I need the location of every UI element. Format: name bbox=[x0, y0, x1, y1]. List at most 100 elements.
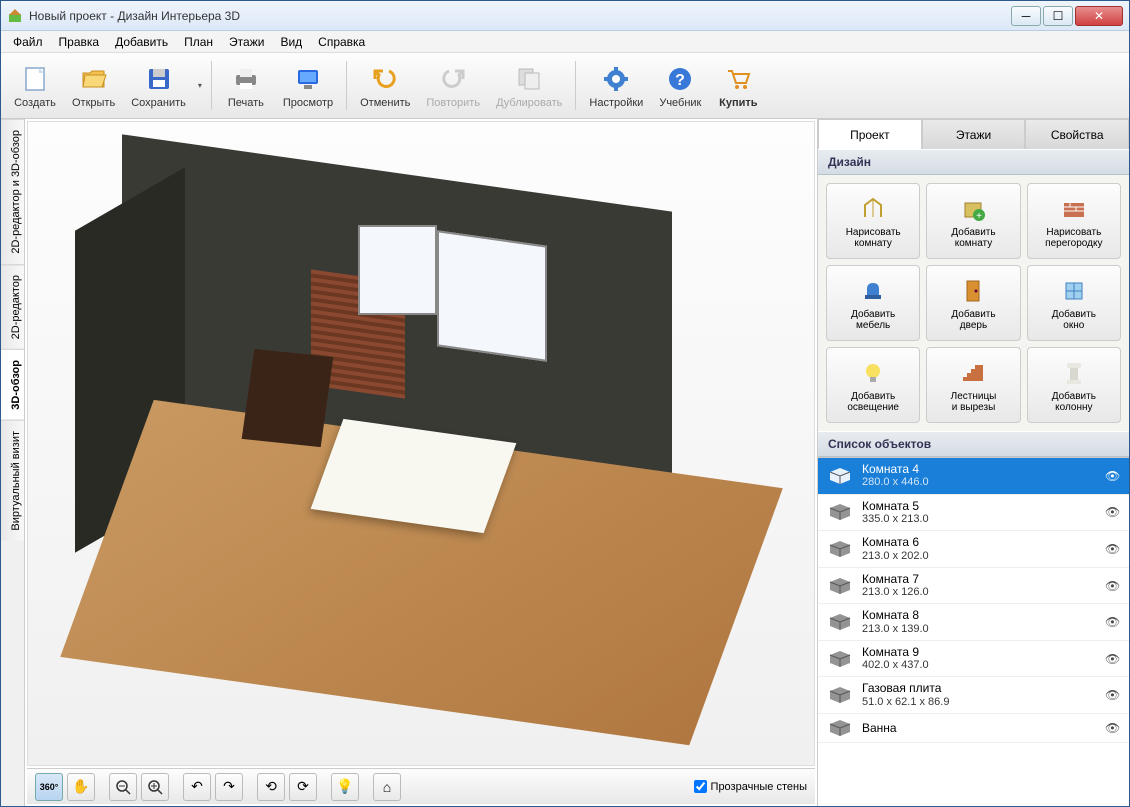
design-section-header: Дизайн bbox=[818, 149, 1129, 175]
visibility-eye-icon[interactable]: 👁 bbox=[1105, 579, 1121, 593]
object-list-item[interactable]: Ванна👁 bbox=[818, 714, 1129, 743]
side-tab-virtual-visit[interactable]: Виртуальный визит bbox=[1, 420, 24, 541]
object-list-item[interactable]: Комната 7213.0 x 126.0👁 bbox=[818, 568, 1129, 605]
close-button[interactable]: ✕ bbox=[1075, 6, 1123, 26]
object-list[interactable]: Комната 4280.0 x 446.0👁Комната 5335.0 x … bbox=[818, 457, 1129, 806]
object-list-item[interactable]: Комната 5335.0 x 213.0👁 bbox=[818, 495, 1129, 532]
create-button[interactable]: Создать bbox=[7, 55, 63, 116]
side-tab-combined[interactable]: 2D-редактор и 3D-обзор bbox=[1, 119, 24, 264]
design-btn-draw-partition[interactable]: Нарисоватьперегородку bbox=[1027, 183, 1121, 259]
rotate-right-button[interactable]: ↷ bbox=[215, 773, 243, 801]
redo-button[interactable]: Повторить bbox=[419, 55, 487, 116]
menu-help[interactable]: Справка bbox=[310, 33, 373, 51]
object-name: Газовая плита bbox=[862, 681, 1097, 695]
settings-button[interactable]: Настройки bbox=[582, 55, 650, 116]
monitor-icon bbox=[292, 63, 324, 95]
zoom-out-button[interactable] bbox=[109, 773, 137, 801]
gear-icon bbox=[600, 63, 632, 95]
room-box-icon bbox=[826, 718, 854, 738]
object-list-item[interactable]: Комната 8213.0 x 139.0👁 bbox=[818, 604, 1129, 641]
object-name: Комната 5 bbox=[862, 499, 1097, 513]
stairs-cutouts-icon bbox=[957, 357, 989, 389]
design-btn-add-window[interactable]: Добавитьокно bbox=[1027, 265, 1121, 341]
separator bbox=[211, 61, 212, 110]
folder-open-icon bbox=[78, 63, 110, 95]
pan-button[interactable]: ✋ bbox=[67, 773, 95, 801]
view-360-button[interactable]: 360° bbox=[35, 773, 63, 801]
save-icon bbox=[143, 63, 175, 95]
scene-placeholder bbox=[28, 122, 814, 765]
add-door-icon bbox=[957, 275, 989, 307]
minimize-button[interactable]: ─ bbox=[1011, 6, 1041, 26]
orbit-right-button[interactable]: ⟳ bbox=[289, 773, 317, 801]
side-tab-3d-view[interactable]: 3D-обзор bbox=[1, 349, 24, 420]
design-btn-add-door[interactable]: Добавитьдверь bbox=[926, 265, 1020, 341]
add-room-icon: + bbox=[957, 193, 989, 225]
design-btn-stairs-cutouts[interactable]: Лестницыи вырезы bbox=[926, 347, 1020, 423]
design-btn-add-column[interactable]: Добавитьколонну bbox=[1027, 347, 1121, 423]
object-list-item[interactable]: Газовая плита51.0 x 62.1 x 86.9 👁 bbox=[818, 677, 1129, 714]
visibility-eye-icon[interactable]: 👁 bbox=[1105, 542, 1121, 556]
menu-floors[interactable]: Этажи bbox=[221, 33, 272, 51]
menu-add[interactable]: Добавить bbox=[107, 33, 176, 51]
design-btn-add-lighting[interactable]: Добавитьосвещение bbox=[826, 347, 920, 423]
tab-floors[interactable]: Этажи bbox=[922, 119, 1026, 149]
3d-view-canvas[interactable] bbox=[27, 121, 815, 766]
maximize-button[interactable]: ☐ bbox=[1043, 6, 1073, 26]
object-dimensions: 51.0 x 62.1 x 86.9 bbox=[862, 696, 1097, 709]
add-column-icon bbox=[1058, 357, 1090, 389]
design-btn-add-furniture[interactable]: Добавитьмебель bbox=[826, 265, 920, 341]
design-btn-draw-room[interactable]: Нарисоватькомнату bbox=[826, 183, 920, 259]
buy-button[interactable]: Купить bbox=[710, 55, 766, 116]
duplicate-button[interactable]: Дублировать bbox=[489, 55, 569, 116]
object-list-item[interactable]: Комната 4280.0 x 446.0 👁 bbox=[818, 458, 1129, 495]
zoom-in-button[interactable] bbox=[141, 773, 169, 801]
transparent-walls-checkbox[interactable]: Прозрачные стены bbox=[694, 780, 807, 793]
cart-icon bbox=[722, 63, 754, 95]
undo-button[interactable]: Отменить bbox=[353, 55, 417, 116]
menu-plan[interactable]: План bbox=[176, 33, 221, 51]
object-dimensions: 213.0 x 126.0 bbox=[862, 586, 1097, 599]
svg-text:+: + bbox=[977, 211, 983, 222]
duplicate-icon bbox=[513, 63, 545, 95]
side-tab-2d-editor[interactable]: 2D-редактор bbox=[1, 264, 24, 349]
new-file-icon bbox=[19, 63, 51, 95]
object-list-item[interactable]: Комната 6213.0 x 202.0👁 bbox=[818, 531, 1129, 568]
visibility-eye-icon[interactable]: 👁 bbox=[1105, 615, 1121, 629]
design-btn-add-room[interactable]: +Добавитькомнату bbox=[926, 183, 1020, 259]
app-icon bbox=[7, 8, 23, 24]
rotate-left-button[interactable]: ↶ bbox=[183, 773, 211, 801]
object-list-item[interactable]: Комната 9402.0 x 437.0👁 bbox=[818, 641, 1129, 678]
transparent-walls-input[interactable] bbox=[694, 780, 707, 793]
visibility-eye-icon[interactable]: 👁 bbox=[1105, 505, 1121, 519]
lighting-button[interactable]: 💡 bbox=[331, 773, 359, 801]
object-name: Комната 4 bbox=[862, 462, 1097, 476]
home-view-button[interactable]: ⌂ bbox=[373, 773, 401, 801]
print-button[interactable]: Печать bbox=[218, 55, 274, 116]
save-dropdown[interactable]: ▾ bbox=[195, 55, 205, 116]
object-dimensions: 280.0 x 446.0 bbox=[862, 476, 1097, 489]
visibility-eye-icon[interactable]: 👁 bbox=[1105, 652, 1121, 666]
save-button[interactable]: Сохранить bbox=[124, 55, 193, 116]
tutorial-button[interactable]: ? Учебник bbox=[652, 55, 708, 116]
menu-file[interactable]: Файл bbox=[5, 33, 51, 51]
menu-view[interactable]: Вид bbox=[272, 33, 310, 51]
redo-icon bbox=[437, 63, 469, 95]
menu-edit[interactable]: Правка bbox=[51, 33, 108, 51]
svg-text:?: ? bbox=[675, 72, 685, 89]
window-buttons: ─ ☐ ✕ bbox=[1011, 6, 1123, 26]
toolbar: Создать Открыть Сохранить ▾ Печать Просм… bbox=[1, 53, 1129, 119]
object-name: Комната 9 bbox=[862, 645, 1097, 659]
tab-properties[interactable]: Свойства bbox=[1025, 119, 1129, 149]
right-panel-tabs: Проект Этажи Свойства bbox=[818, 119, 1129, 149]
open-button[interactable]: Открыть bbox=[65, 55, 122, 116]
tab-project[interactable]: Проект bbox=[818, 119, 922, 149]
visibility-eye-icon[interactable]: 👁 bbox=[1105, 688, 1121, 702]
room-box-icon bbox=[826, 612, 854, 632]
object-name: Комната 8 bbox=[862, 608, 1097, 622]
preview-button[interactable]: Просмотр bbox=[276, 55, 340, 116]
visibility-eye-icon[interactable]: 👁 bbox=[1105, 469, 1121, 483]
object-name: Комната 6 bbox=[862, 535, 1097, 549]
orbit-left-button[interactable]: ⟲ bbox=[257, 773, 285, 801]
visibility-eye-icon[interactable]: 👁 bbox=[1105, 721, 1121, 735]
